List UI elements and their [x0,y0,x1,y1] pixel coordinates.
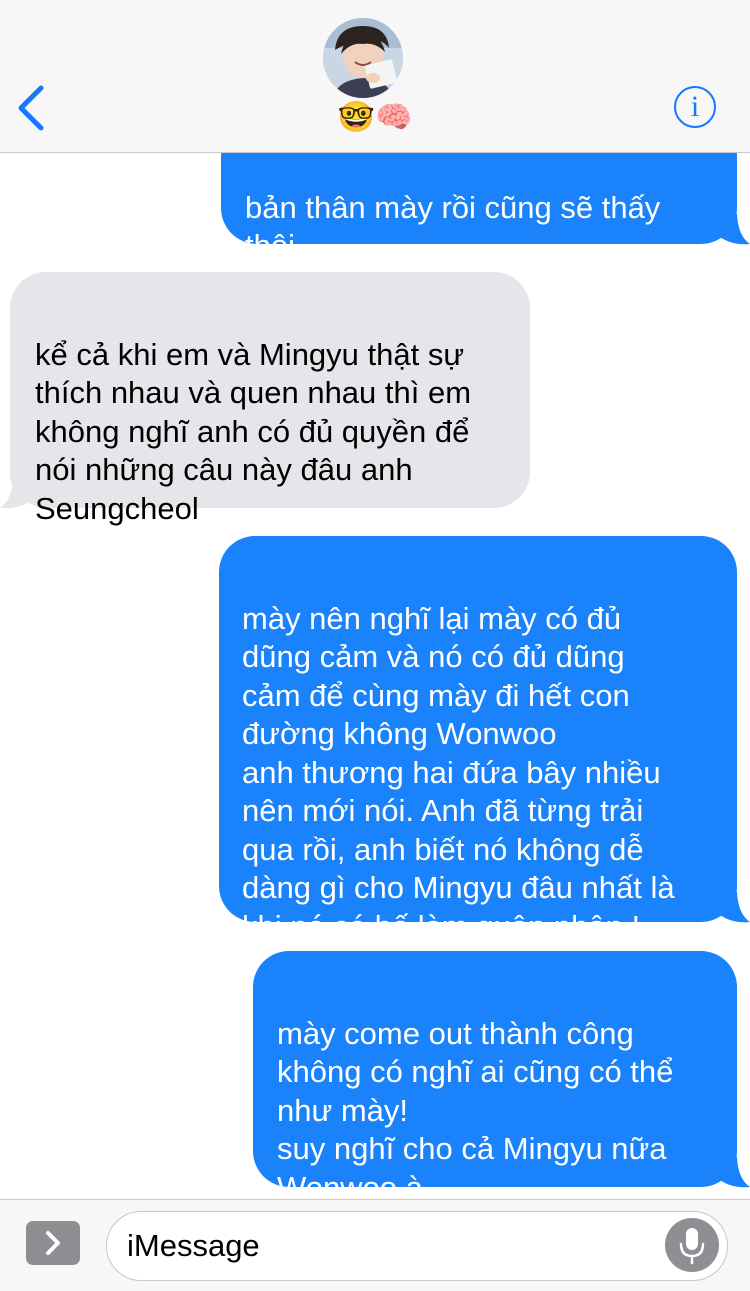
bubble-tail [0,478,34,509]
microphone-icon [679,1228,705,1265]
message-bubble-received[interactable]: kể cả khi em và Mingyu thật sự thích nha… [10,272,530,526]
dictation-button[interactable] [665,1218,719,1272]
message-text: mày nên nghĩ lại mày có đủ dũng cảm và n… [242,600,675,944]
message-bubble-sent[interactable]: mày nên nghĩ lại mày có đủ dũng cảm và n… [219,536,737,944]
message-input-placeholder: iMessage [127,1228,260,1263]
contact-name[interactable]: 🤓🧠 [0,98,750,138]
message-text: mày come out thành công không có nghĩ ai… [277,1015,674,1201]
bubble-tail [716,892,750,923]
conversation-header: 🤓🧠 i [0,0,750,153]
message-thread[interactable]: bản thân mày rồi cũng sẽ thấy thôi kể cả… [0,0,750,1200]
apps-button[interactable] [26,1221,80,1265]
message-composer: iMessage [0,1199,750,1291]
message-bubble-sent[interactable]: mày come out thành công không có nghĩ ai… [253,951,737,1200]
message-input[interactable]: iMessage [106,1211,728,1281]
info-icon: i [690,90,700,123]
bubble-tail [716,214,750,245]
avatar-photo [323,18,403,98]
message-text: bản thân mày rồi cũng sẽ thấy thôi [245,189,661,264]
contact-avatar[interactable] [323,18,403,98]
message-text: kể cả khi em và Mingyu thật sự thích nha… [35,336,472,526]
chevron-right-icon [46,1231,60,1255]
bubble-tail [716,1157,750,1188]
info-button[interactable]: i [674,86,716,128]
